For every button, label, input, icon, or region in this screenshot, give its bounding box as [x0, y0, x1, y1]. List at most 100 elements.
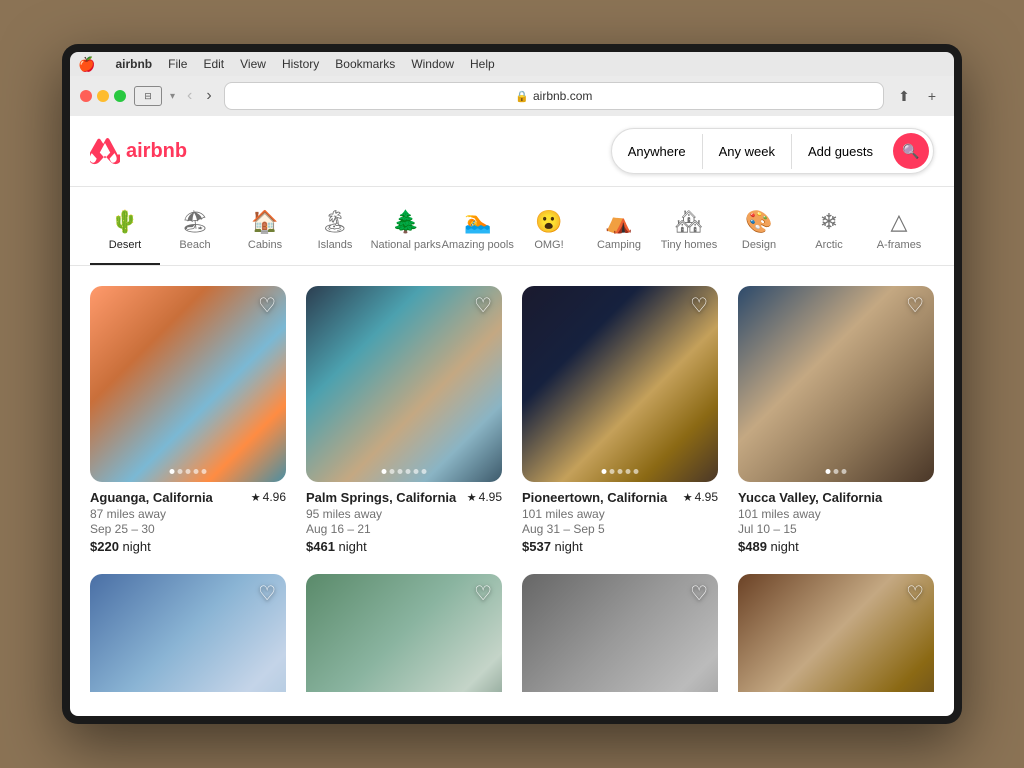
fullscreen-button[interactable]: [114, 90, 126, 102]
listing-image: ♡: [522, 286, 718, 482]
listing-photo: [738, 286, 934, 482]
category-item-tiny-homes[interactable]: 🏘 Tiny homes: [654, 203, 724, 265]
wishlist-button[interactable]: ♡: [906, 584, 924, 604]
search-button[interactable]: 🔍: [893, 133, 929, 169]
listing-dates: Aug 16 – 21: [306, 522, 502, 536]
category-label: Desert: [109, 239, 141, 251]
category-item-beach[interactable]: 🏖 Beach: [160, 203, 230, 265]
location-search[interactable]: Anywhere: [612, 134, 703, 169]
dots-indicator: [602, 469, 639, 474]
wishlist-button[interactable]: ♡: [690, 584, 708, 604]
share-button[interactable]: ⬆: [892, 84, 916, 108]
listing-card-1[interactable]: ♡ Aguanga, California ★4.96 87 miles awa…: [90, 286, 286, 554]
menu-history[interactable]: History: [282, 57, 319, 71]
star-icon: ★: [683, 491, 693, 504]
dot-indicator: [610, 469, 615, 474]
listing-price: $461 night: [306, 539, 502, 554]
wishlist-button[interactable]: ♡: [258, 584, 276, 604]
mac-menubar: 🍎 airbnb File Edit View History Bookmark…: [70, 52, 954, 76]
guests-search[interactable]: Add guests: [792, 134, 889, 169]
listing-photo: [90, 286, 286, 482]
listing-card-2[interactable]: ♡ Palm Springs, California ★4.95 95 mile…: [306, 286, 502, 554]
airbnb-header: airbnb Anywhere Any week Add guests 🔍: [70, 116, 954, 187]
airbnb-logo-icon: [90, 136, 120, 166]
add-tab-button[interactable]: +: [920, 84, 944, 108]
listing-distance: 95 miles away: [306, 507, 502, 521]
listing-location: Palm Springs, California: [306, 490, 456, 505]
category-icon: ❄: [820, 211, 838, 233]
menu-view[interactable]: View: [240, 57, 266, 71]
listing-dates: Sep 25 – 30: [90, 522, 286, 536]
dot-indicator: [618, 469, 623, 474]
listing-image: ♡: [738, 286, 934, 482]
forward-button[interactable]: ›: [202, 88, 215, 104]
star-icon: ★: [467, 491, 477, 504]
menu-edit[interactable]: Edit: [203, 57, 224, 71]
back-button[interactable]: ‹: [183, 88, 196, 104]
category-label: Camping: [597, 239, 641, 251]
category-item-islands[interactable]: 🏝 Islands: [300, 203, 370, 265]
minimize-button[interactable]: [97, 90, 109, 102]
listing-location: Yucca Valley, California: [738, 490, 882, 505]
menu-bookmarks[interactable]: Bookmarks: [335, 57, 395, 71]
listing-card-8[interactable]: ♡: [738, 574, 934, 692]
dot-indicator: [406, 469, 411, 474]
category-item-camping[interactable]: ⛺ Camping: [584, 203, 654, 265]
category-icon: 🏝: [321, 211, 349, 233]
category-item-a-frames[interactable]: △ A-frames: [864, 203, 934, 265]
browser-window: ⊟ ▾ ‹ › 🔒 airbnb.com ⬆ +: [70, 76, 954, 716]
close-button[interactable]: [80, 90, 92, 102]
rating-value: 4.95: [695, 490, 718, 504]
listing-photo: [90, 574, 286, 692]
listing-image: ♡: [306, 286, 502, 482]
wishlist-button[interactable]: ♡: [690, 296, 708, 316]
listing-title-row: Pioneertown, California ★4.95: [522, 490, 718, 505]
category-item-omg![interactable]: 😮 OMG!: [514, 203, 584, 265]
nav-buttons: ‹ ›: [183, 88, 216, 104]
category-item-desert[interactable]: 🌵 Desert: [90, 203, 160, 265]
menu-file[interactable]: File: [168, 57, 187, 71]
menu-window[interactable]: Window: [411, 57, 454, 71]
airbnb-logo[interactable]: airbnb: [90, 136, 187, 166]
category-item-cabins[interactable]: 🏠 Cabins: [230, 203, 300, 265]
menu-safari[interactable]: airbnb: [115, 57, 152, 71]
listing-rating: ★4.95: [467, 490, 502, 504]
listing-photo: [306, 286, 502, 482]
browser-actions: ⬆ +: [892, 84, 944, 108]
wishlist-button[interactable]: ♡: [906, 296, 924, 316]
category-label: Cabins: [248, 239, 282, 251]
listing-card-6[interactable]: ♡: [306, 574, 502, 692]
category-icon: 🌵: [111, 211, 138, 233]
dot-indicator: [178, 469, 183, 474]
wishlist-button[interactable]: ♡: [474, 584, 492, 604]
date-search[interactable]: Any week: [703, 134, 792, 169]
listing-info: Palm Springs, California ★4.95 95 miles …: [306, 482, 502, 554]
wishlist-button[interactable]: ♡: [258, 296, 276, 316]
address-bar[interactable]: 🔒 airbnb.com: [224, 82, 884, 110]
tab-switcher-arrow[interactable]: ▾: [170, 91, 175, 102]
listings-grid: ♡ Aguanga, California ★4.96 87 miles awa…: [70, 266, 954, 692]
category-item-design[interactable]: 🎨 Design: [724, 203, 794, 265]
category-label: Islands: [318, 239, 353, 251]
tab-switcher[interactable]: ⊟: [134, 86, 162, 106]
listing-card-3[interactable]: ♡ Pioneertown, California ★4.95 101 mile…: [522, 286, 718, 554]
laptop-frame: 🍎 airbnb File Edit View History Bookmark…: [62, 44, 962, 724]
listing-title-row: Yucca Valley, California: [738, 490, 934, 505]
wishlist-button[interactable]: ♡: [474, 296, 492, 316]
listing-card-5[interactable]: ♡: [90, 574, 286, 692]
listing-card-4[interactable]: ♡ Yucca Valley, California 101 miles awa…: [738, 286, 934, 554]
listing-image: ♡: [90, 286, 286, 482]
category-label: A-frames: [877, 239, 922, 251]
category-item-arctic[interactable]: ❄ Arctic: [794, 203, 864, 265]
listing-dates: Aug 31 – Sep 5: [522, 522, 718, 536]
listing-info: Aguanga, California ★4.96 87 miles away …: [90, 482, 286, 554]
search-bar[interactable]: Anywhere Any week Add guests 🔍: [611, 128, 934, 174]
dots-indicator: [826, 469, 847, 474]
listing-price: $220 night: [90, 539, 286, 554]
category-item-amazing-pools[interactable]: 🏊 Amazing pools: [441, 203, 514, 265]
listing-card-7[interactable]: ♡: [522, 574, 718, 692]
category-label: National parks: [371, 239, 441, 251]
dot-indicator: [382, 469, 387, 474]
menu-help[interactable]: Help: [470, 57, 495, 71]
category-item-national-parks[interactable]: 🌲 National parks: [370, 203, 441, 265]
